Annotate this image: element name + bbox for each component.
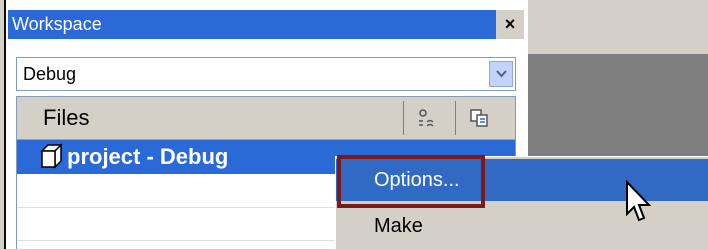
- files-header-label: Files: [43, 105, 90, 130]
- configuration-select[interactable]: Debug: [16, 57, 516, 91]
- header-files-icon[interactable]: [469, 107, 491, 129]
- close-button[interactable]: ×: [496, 10, 524, 39]
- dropdown-arrow-icon: [496, 70, 507, 78]
- workspace-title: Workspace: [12, 14, 102, 34]
- close-icon: ×: [504, 14, 516, 34]
- dropdown-button[interactable]: [489, 61, 513, 87]
- project-cube-icon: [40, 143, 63, 169]
- highlight-box: [337, 155, 485, 208]
- column-separator: [455, 101, 456, 135]
- header-options-icon[interactable]: [415, 107, 437, 129]
- files-header: Files: [17, 97, 515, 140]
- menu-item-label: Make: [374, 215, 423, 237]
- configuration-value: Debug: [23, 64, 77, 84]
- mouse-cursor-icon: [626, 180, 652, 222]
- column-separator: [403, 101, 404, 135]
- project-label: project - Debug: [67, 144, 229, 169]
